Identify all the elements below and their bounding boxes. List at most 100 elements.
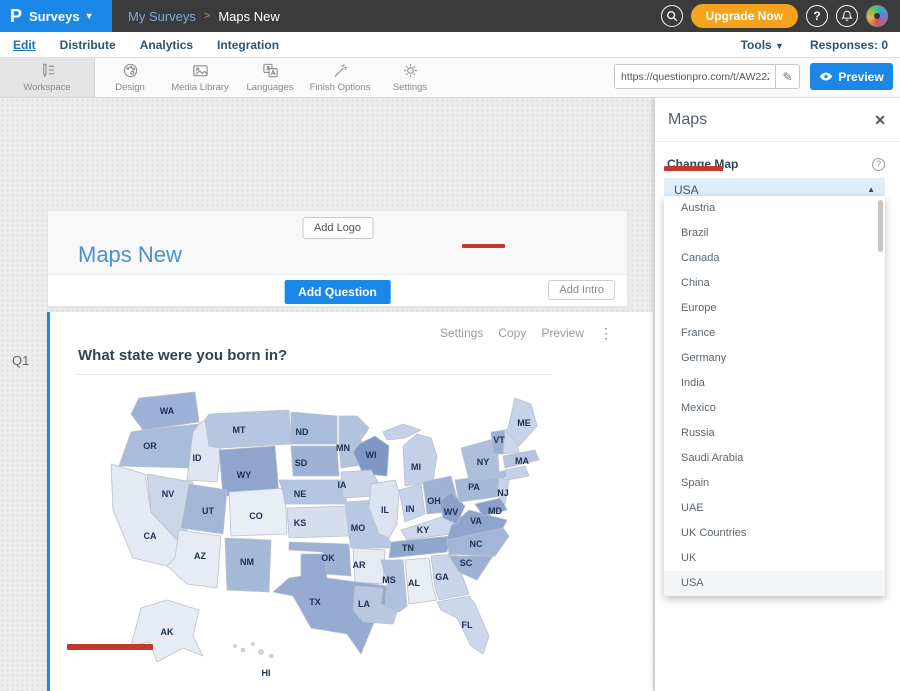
state-label-wa: WA [160,406,175,416]
state-label-hi: HI [262,668,271,678]
finish-options-icon [332,62,349,79]
bell-icon [841,10,853,22]
state-label-ne: NE [294,489,307,499]
preview-survey-button[interactable]: Preview [810,63,893,90]
state-label-tn: TN [402,543,414,553]
map-option[interactable]: Canada [664,246,885,271]
help-circle-icon[interactable]: ? [872,158,885,171]
help-button[interactable]: ? [806,5,828,27]
product-menu[interactable]: P Surveys ▼ [0,0,112,32]
toolbar-settings[interactable]: Settings [375,58,445,97]
state-label-in: IN [406,504,415,514]
map-option[interactable]: UAE [664,496,885,521]
breadcrumb-current: Maps New [218,9,279,24]
toolbar-languages[interactable]: Languages [235,58,305,97]
state-label-ok: OK [321,553,335,563]
map-option[interactable]: Saudi Arabia [664,446,885,471]
map-option[interactable]: Brazil [664,221,885,246]
eye-icon [819,72,833,81]
question-settings-link[interactable]: Settings [440,326,483,340]
map-option[interactable]: Russia [664,421,885,446]
state-label-wi: WI [366,450,377,460]
map-option[interactable]: UK Countries [664,521,885,546]
tools-menu[interactable]: Tools ▼ [741,38,784,52]
breadcrumb-my-surveys[interactable]: My Surveys [128,9,196,24]
questionpro-logo-icon: P [10,7,22,25]
state-hi-island [252,643,255,646]
map-option[interactable]: China [664,271,885,296]
state-label-nd: ND [296,427,309,437]
annotation-underline-change-map [664,166,723,171]
state-label-ut: UT [202,506,214,516]
design-icon [122,62,139,79]
add-intro-button[interactable]: Add Intro [548,280,615,300]
question-copy-link[interactable]: Copy [498,326,526,340]
panel-title: Maps [668,111,707,129]
responses-count[interactable]: Responses: 0 [810,38,888,52]
question-title[interactable]: What state were you born in? [78,347,287,364]
upgrade-now-button[interactable]: Upgrade Now [691,4,798,28]
tab-distribute[interactable]: Distribute [60,38,116,52]
map-option[interactable]: Spain [664,471,885,496]
toolbar-media-library[interactable]: Media Library [165,58,235,97]
state-label-nc: NC [470,539,483,549]
state-label-ky: KY [417,525,430,535]
state-label-wv: WV [444,507,459,517]
map-select-value: USA [674,183,699,197]
map-option[interactable]: Germany [664,346,885,371]
tab-integration[interactable]: Integration [217,38,279,52]
add-question-button-top[interactable]: Add Question [284,280,391,304]
close-icon[interactable]: ✕ [874,112,886,129]
state-ct [505,466,529,480]
breadcrumb-separator: > [204,10,210,22]
state-label-ar: AR [353,560,366,570]
chevron-down-icon: ▼ [775,41,784,51]
map-option[interactable]: France [664,321,885,346]
question-card: Settings Copy Preview ⋮ What state were … [47,312,653,691]
top-bar: P Surveys ▼ My Surveys > Maps New Upgrad… [0,0,900,32]
notifications-button[interactable] [836,5,858,27]
product-name: Surveys [29,9,80,24]
avatar[interactable] [866,5,888,27]
map-option[interactable]: India [664,371,885,396]
state-label-ia: IA [338,480,348,490]
chevron-down-icon: ▼ [85,11,94,21]
tab-edit[interactable]: Edit [13,38,36,52]
state-hi-island [269,654,273,658]
search-button[interactable] [661,5,683,27]
toolbar-design[interactable]: Design [95,58,165,97]
map-option-list: AustriaBrazilCanadaChinaEuropeFranceGerm… [664,196,885,596]
state-label-nv: NV [162,489,175,499]
state-label-me: ME [517,418,531,428]
divider [655,141,900,142]
state-label-nm: NM [240,557,254,567]
survey-nav: Edit Distribute Analytics Integration To… [0,32,900,58]
state-or [119,424,199,468]
map-option[interactable]: Europe [664,296,885,321]
map-option[interactable]: Austria [664,196,885,221]
survey-url-input[interactable] [614,64,776,89]
state-label-wy: WY [237,470,252,480]
question-preview-link[interactable]: Preview [541,326,584,340]
map-option[interactable]: USA [664,571,885,596]
question-title-underline [76,374,552,375]
more-options-icon[interactable]: ⋮ [599,326,613,340]
state-label-id: ID [193,453,203,463]
map-option[interactable]: Mexico [664,396,885,421]
state-hi-island [234,645,237,648]
tab-analytics[interactable]: Analytics [140,38,193,52]
state-mt [205,410,291,448]
toolbar-finish-options[interactable]: Finish Options [305,58,375,97]
dropdown-scrollbar[interactable] [878,200,883,252]
state-label-mt: MT [233,425,246,435]
edit-url-button[interactable]: ✎ [776,64,800,89]
map-option[interactable]: UK [664,546,885,571]
add-logo-button[interactable]: Add Logo [302,217,373,239]
toolbar-workspace[interactable]: Workspace [0,58,95,97]
state-label-co: CO [249,511,263,521]
survey-title[interactable]: Maps New [78,242,182,268]
survey-header-card: Add Logo Maps New Add Question Add Intro [47,210,628,307]
state-label-il: IL [381,505,390,515]
question-mark-icon: ? [813,9,820,23]
state-label-vt: VT [493,435,505,445]
